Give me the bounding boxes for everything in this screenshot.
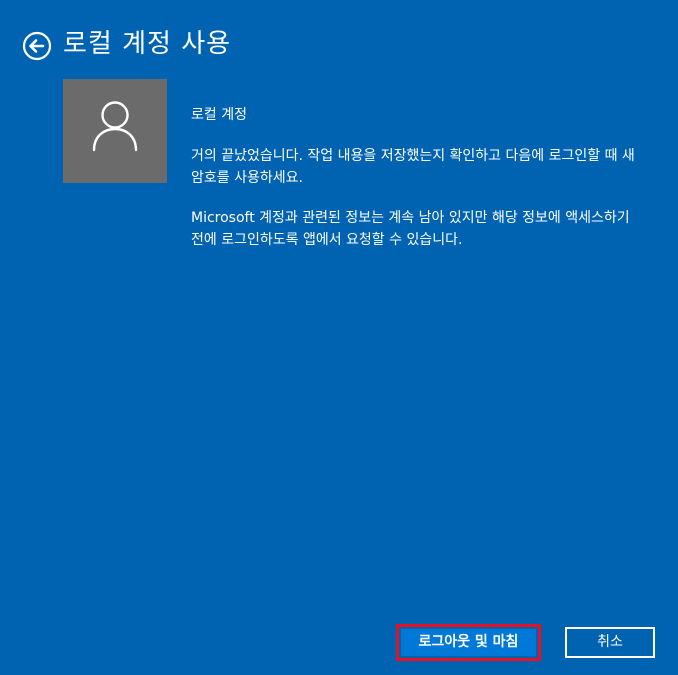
info-text: Microsoft 계정과 관련된 정보는 계속 남아 있지만 해당 정보에 액… bbox=[191, 210, 630, 248]
cancel-button[interactable]: 취소 bbox=[565, 627, 655, 658]
user-icon bbox=[92, 101, 138, 152]
back-arrow-circle-icon bbox=[22, 31, 52, 61]
content-area: 로컬 계정 거의 끝났었습니다. 작업 내용을 저장했는지 확인하고 다음에 로… bbox=[191, 104, 646, 251]
page-title: 로컬 계정 사용 bbox=[63, 29, 232, 59]
instruction-text: 거의 끝났었습니다. 작업 내용을 저장했는지 확인하고 다음에 로그인할 때 … bbox=[191, 148, 635, 186]
account-type-label: 로컬 계정 bbox=[191, 107, 247, 123]
dialog-window: 로컬 계정 사용 로컬 계정 거의 끝났었습니다. 작업 내용을 저장했는지 확… bbox=[0, 0, 678, 675]
back-button[interactable] bbox=[22, 31, 52, 61]
avatar bbox=[63, 79, 167, 183]
sign-out-and-finish-button[interactable]: 로그아웃 및 마침 bbox=[401, 629, 536, 656]
highlight-box: 로그아웃 및 마침 bbox=[396, 624, 541, 661]
